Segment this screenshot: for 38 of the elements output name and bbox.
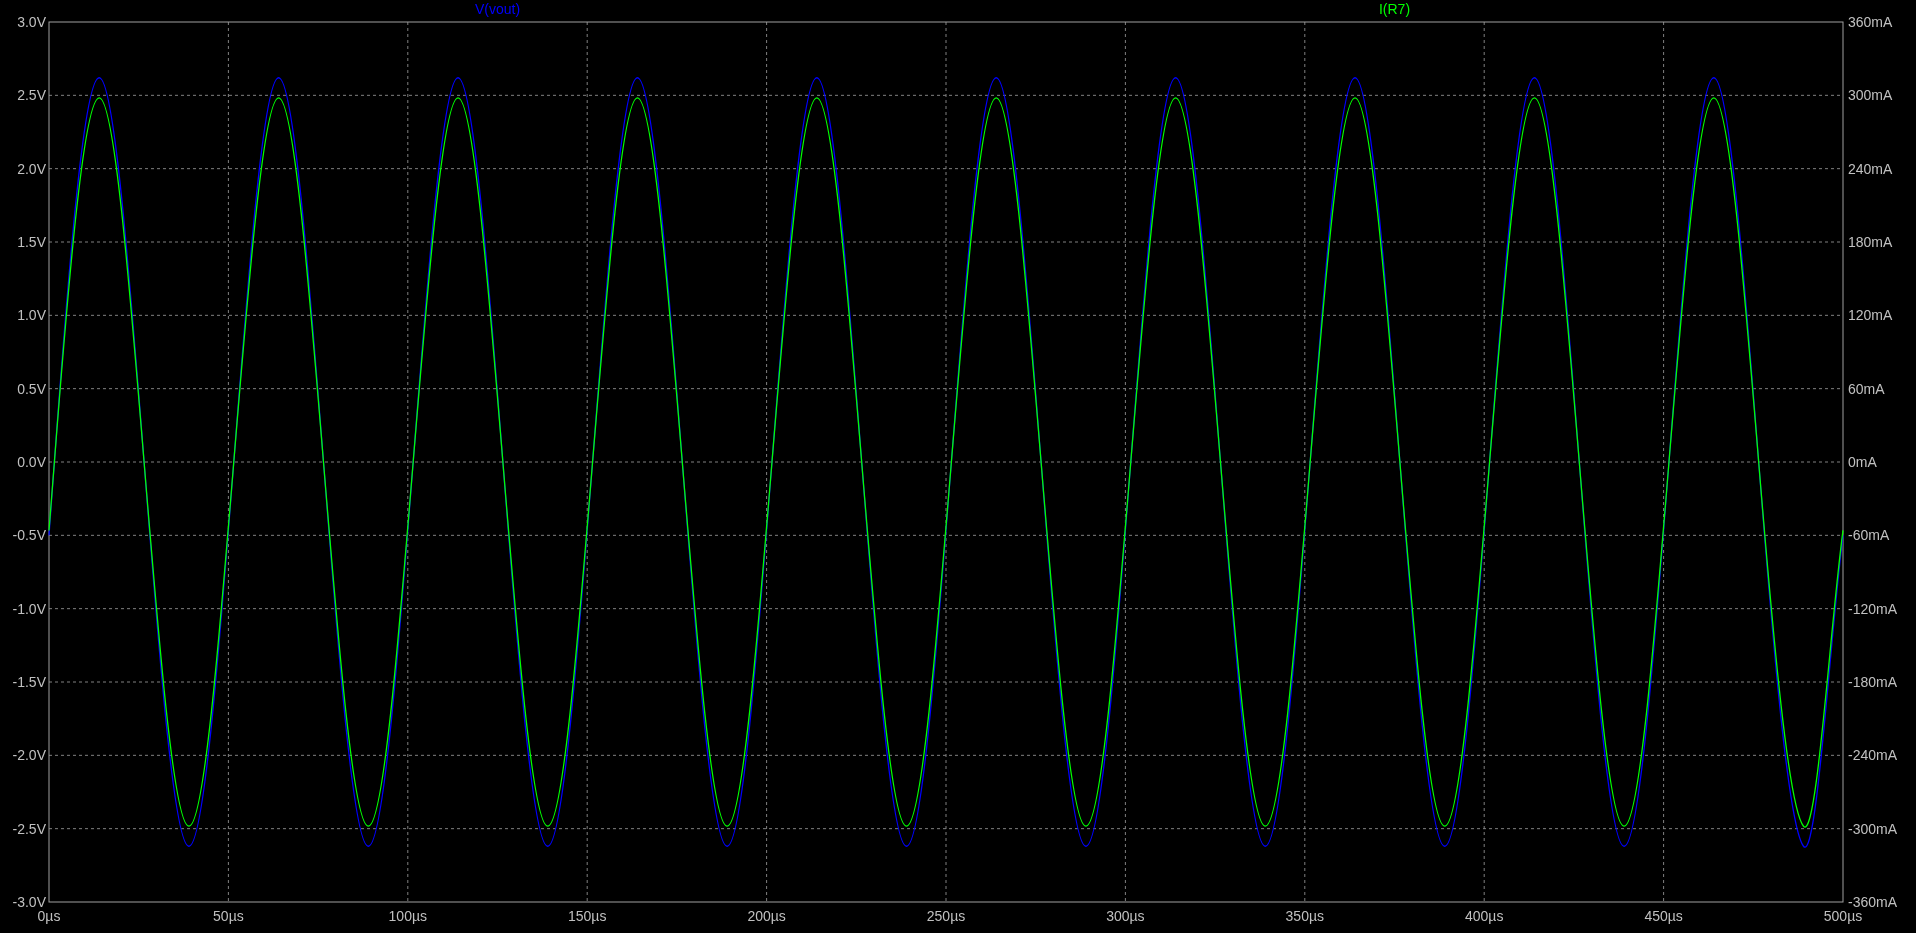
y2-tick-label: 180mA: [1848, 234, 1893, 250]
y-tick-label: 0.0V: [17, 454, 46, 470]
y-tick-label: 1.5V: [17, 234, 46, 250]
y2-tick-label: 60mA: [1848, 380, 1885, 397]
y-tick-label: -0.5V: [12, 527, 46, 544]
y-tick-label: -1.0V: [12, 600, 46, 617]
y-tick-label: -1.5V: [12, 674, 46, 690]
y-tick-label: -2.0V: [12, 747, 46, 764]
y-tick-label: 2.0V: [17, 160, 46, 177]
x-tick-label: 0µs: [37, 908, 61, 924]
y2-tick-label: -60mA: [1848, 527, 1890, 544]
x-tick-label: 100µs: [388, 908, 427, 924]
y2-tick-label: -120mA: [1848, 600, 1898, 617]
y2-tick-label: 120mA: [1848, 307, 1893, 324]
x-tick-label: 50µs: [213, 908, 244, 924]
y2-tick-label: 240mA: [1848, 160, 1893, 177]
x-tick-label: 400µs: [1465, 908, 1504, 924]
y-tick-label: -2.5V: [12, 820, 46, 837]
y-tick-label: -3.0V: [12, 894, 46, 910]
y-tick-label: 2.5V: [17, 87, 46, 104]
y-tick-label: 1.0V: [17, 307, 46, 324]
y2-tick-label: 300mA: [1848, 87, 1893, 104]
y2-tick-label: 360mA: [1848, 14, 1893, 30]
y2-tick-label: -240mA: [1848, 747, 1898, 764]
y-tick-label: 0.5V: [17, 380, 46, 397]
y-tick-label: 3.0V: [17, 14, 46, 30]
x-tick-label: 250µs: [926, 908, 966, 924]
y2-tick-label: -360mA: [1848, 894, 1898, 910]
x-tick-label: 350µs: [1285, 908, 1324, 924]
y2-tick-label: -180mA: [1848, 674, 1898, 690]
x-tick-label: 200µs: [747, 908, 786, 924]
x-tick-label: 500µs: [1823, 908, 1863, 924]
y2-tick-label: 0mA: [1848, 454, 1877, 470]
x-tick-label: 300µs: [1106, 908, 1145, 924]
legend-label[interactable]: I(R7): [1378, 1, 1411, 17]
y2-tick-label: -300mA: [1848, 820, 1898, 837]
x-tick-label: 450µs: [1644, 908, 1683, 924]
x-tick-label: 150µs: [568, 908, 607, 924]
